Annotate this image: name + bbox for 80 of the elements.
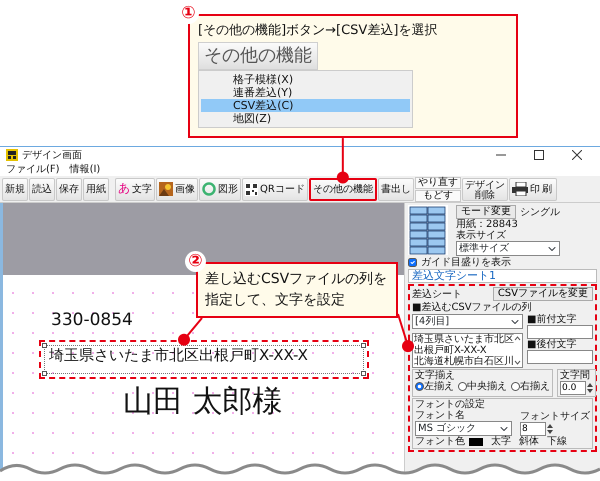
callout-text: 指定して、文字を設定 [205, 291, 346, 310]
style-label: 下線 [547, 436, 567, 448]
printer-icon [512, 182, 528, 196]
label: 表示サイズ [456, 230, 507, 241]
group-title: 文字間 [560, 370, 591, 382]
mode-button[interactable]: モード変更 [456, 205, 516, 219]
layout-preview-drawing [408, 205, 448, 255]
section-title: 差込シート [412, 288, 462, 300]
resize-handle[interactable] [361, 342, 366, 348]
spin-field[interactable]: 0.0 [560, 381, 586, 396]
radio-label: 左揃え [424, 381, 454, 392]
toolbar-button[interactable]: 画像 [156, 178, 198, 200]
spin-field[interactable]: 8 [520, 422, 546, 436]
font-dropdown[interactable]: MS ゴシック [415, 421, 512, 436]
resize-handle[interactable] [42, 371, 47, 376]
guide-checkbox[interactable] [408, 258, 417, 267]
callout-text: [その他の機能]ボタン→[CSV差込]を選択 [198, 24, 438, 38]
menu-item[interactable]: ファイル(F) [6, 164, 60, 175]
window-title: デザイン画面 [22, 150, 82, 160]
toolbar-button[interactable]: 図形 [199, 178, 241, 200]
list-line: 北海道札幌市白石区川 [414, 356, 514, 368]
address-text: 埼玉県さいたま市北区出根戸町X-XX-X [44, 344, 364, 374]
radio-label: 右揃え [520, 381, 550, 392]
checkbox-label: ガイド目盛りを表示 [421, 257, 511, 268]
menu-item[interactable]: 連番差込(Y) [201, 86, 410, 100]
sheet-tab[interactable]: 差込文字シート1 [408, 269, 597, 284]
suffix-field[interactable] [527, 350, 593, 364]
toolbar-button[interactable]: QRコード [242, 178, 308, 200]
recipient-name-text: 山田 太郎様 [123, 385, 284, 418]
mode-text: シングル [520, 206, 560, 218]
toolbar-button[interactable]: 用紙 [83, 178, 109, 200]
style-label: 太字 [491, 436, 511, 448]
toolbar-button[interactable]: 新規 [2, 178, 28, 200]
label: ■前付文字 [527, 314, 578, 326]
menu-item[interactable]: CSV差込(C) [201, 99, 410, 112]
paper-text: 用紙：28843 [456, 219, 519, 230]
resize-handle[interactable] [361, 371, 366, 376]
toolbar-button[interactable]: 読込 [29, 178, 55, 200]
radio-button[interactable] [511, 382, 520, 392]
radio-button[interactable] [458, 382, 467, 392]
group-title: フォントの設定 [415, 399, 486, 410]
close-icon[interactable] [572, 150, 582, 160]
qr-code-icon [245, 182, 258, 196]
style-label: 斜体 [519, 436, 539, 448]
group-title: 文字揃え [415, 370, 456, 382]
menu-item[interactable]: 地図(Z) [201, 112, 410, 126]
undo-button[interactable]: もどす [414, 190, 461, 202]
radio-label: 中央揃え [467, 381, 507, 392]
toolbar-button[interactable]: あ 文字 [115, 178, 155, 200]
spin-arrows-icon [547, 423, 553, 436]
menu-item[interactable]: 格子模様(X) [201, 73, 410, 86]
list-line: 埼玉県さいたま市北区 [414, 334, 514, 346]
label: フォントサイズ [520, 411, 590, 422]
label: フォント色 [415, 436, 465, 448]
spin-arrows-icon [587, 382, 593, 394]
toolbar-button[interactable]: 印刷 [508, 178, 557, 200]
resize-handle[interactable] [42, 342, 47, 348]
callout-text: 差し込むCSVファイルの列を [205, 270, 388, 289]
picture-icon [159, 182, 173, 196]
menu-item[interactable]: 情報(I) [70, 164, 100, 175]
postal-code-text: 330-0854 [51, 311, 133, 330]
toolbar-button[interactable]: 書出し [378, 178, 414, 200]
color-swatch[interactable] [469, 438, 483, 446]
radio-button[interactable] [415, 382, 424, 392]
label: フォント名 [415, 410, 466, 422]
list-line: 出根戸町X-XX-X [414, 345, 487, 356]
toolbar-button[interactable]: その他の機能 [308, 178, 377, 200]
button-screenshot: その他の機能 [198, 42, 318, 70]
label: ■後付文字 [527, 339, 578, 350]
column-dropdown[interactable]: [4列目] [412, 314, 523, 330]
prefix-field[interactable] [527, 325, 593, 340]
toolbar-button[interactable]: デザイン 削除 [462, 178, 508, 200]
toolbar-button[interactable]: 保存 [56, 178, 82, 200]
maximize-icon[interactable] [534, 150, 544, 160]
app-icon [6, 149, 18, 161]
redo-button[interactable]: やり直す [414, 176, 461, 188]
label: ■差込むCSVファイルの列 [412, 302, 533, 314]
circle-icon [202, 182, 216, 196]
change-csv-button[interactable]: CSVファイルを変更 [492, 287, 593, 302]
size-dropdown[interactable]: 標準サイズ [456, 241, 560, 256]
